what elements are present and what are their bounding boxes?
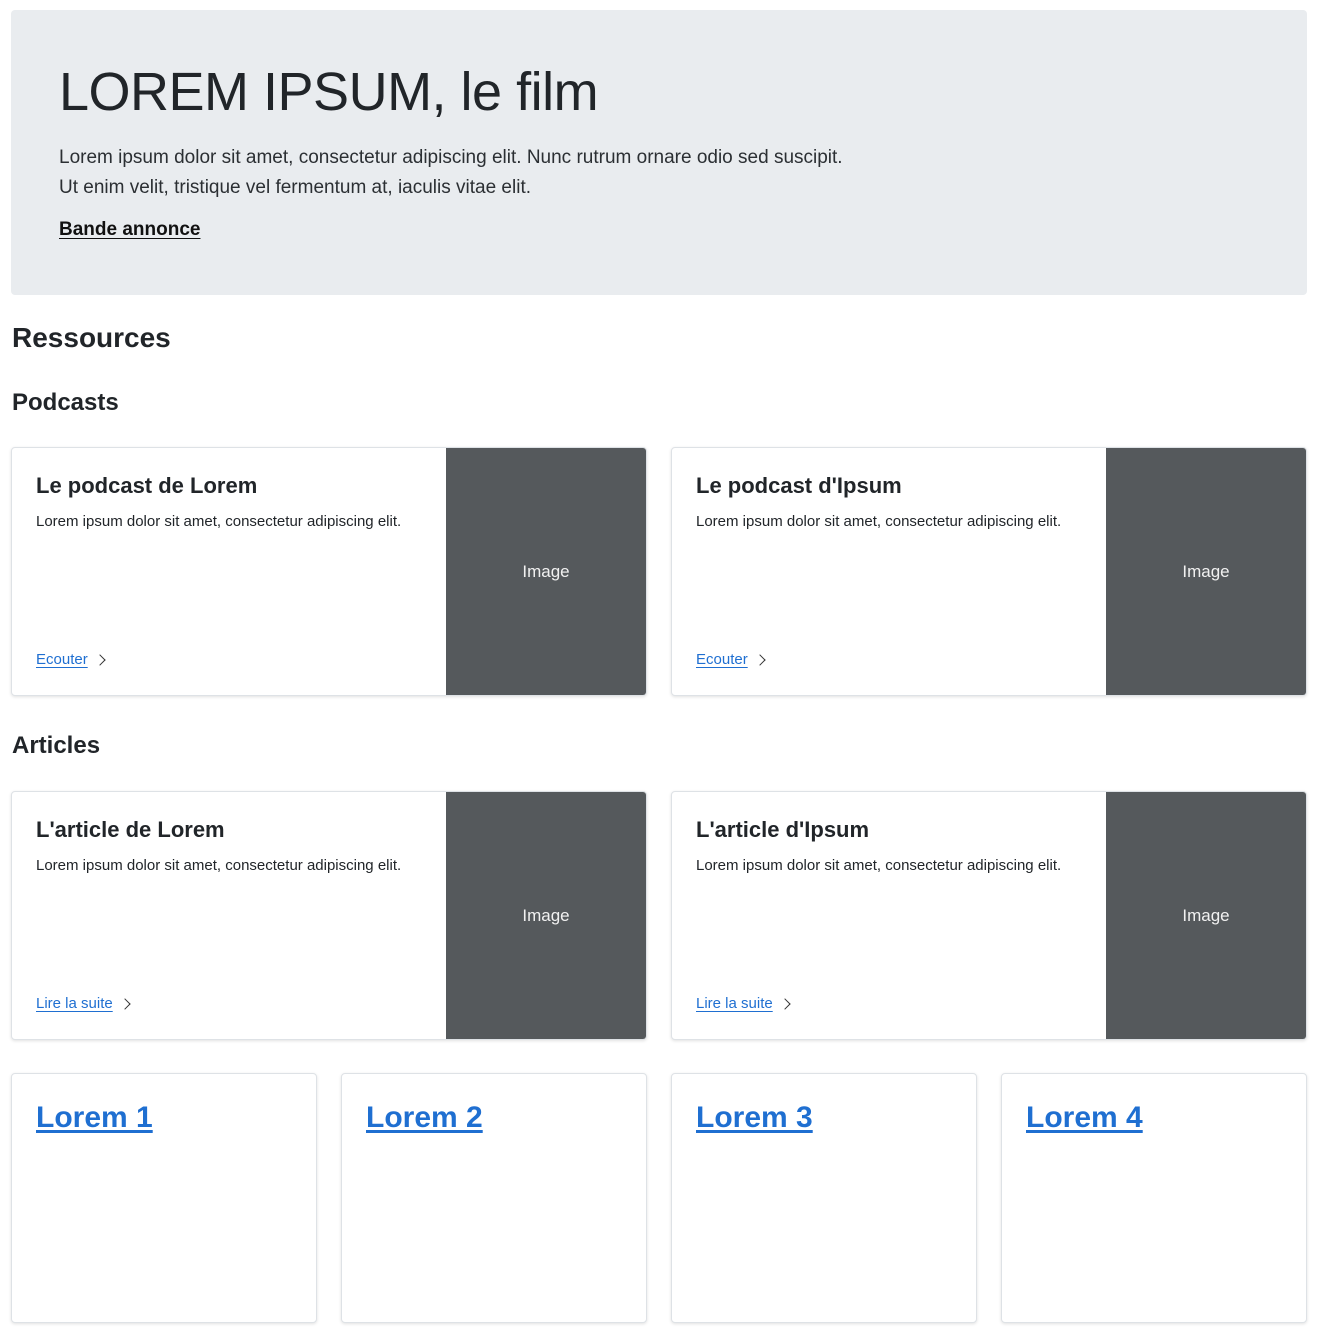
podcast-card: Le podcast de Lorem Lorem ipsum dolor si… — [11, 447, 647, 696]
listen-link[interactable]: Ecouter — [696, 651, 766, 668]
chevron-right-icon — [754, 653, 766, 666]
read-more-link-label: Lire la suite — [36, 995, 113, 1012]
hero-lead: Lorem ipsum dolor sit amet, consectetur … — [59, 143, 879, 203]
read-more-link[interactable]: Lire la suite — [36, 995, 131, 1012]
tile-card: Lorem 4 — [1001, 1073, 1307, 1323]
image-placeholder: Image — [446, 448, 646, 695]
hero-banner: LOREM IPSUM, le film Lorem ipsum dolor s… — [11, 10, 1307, 295]
tile-link[interactable]: Lorem 2 — [366, 1098, 483, 1138]
hero-lead-line-2: Ut enim velit, tristique vel fermentum a… — [59, 177, 532, 198]
image-placeholder-label: Image — [522, 561, 570, 581]
podcast-card-text: Lorem ipsum dolor sit amet, consectetur … — [36, 513, 402, 530]
tile-card: Lorem 1 — [11, 1073, 317, 1323]
article-card: L'article d'Ipsum Lorem ipsum dolor sit … — [671, 791, 1307, 1040]
podcast-card-title: Le podcast de Lorem — [36, 473, 258, 498]
listen-link-label: Ecouter — [696, 651, 748, 668]
tile-link[interactable]: Lorem 3 — [696, 1098, 813, 1138]
listen-link-label: Ecouter — [36, 651, 88, 668]
trailer-link[interactable]: Bande annonce — [59, 219, 200, 241]
page: LOREM IPSUM, le film Lorem ipsum dolor s… — [0, 0, 1319, 1337]
podcasts-heading: Podcasts — [12, 389, 119, 416]
chevron-right-icon — [94, 653, 106, 666]
tile-link[interactable]: Lorem 4 — [1026, 1098, 1143, 1138]
image-placeholder: Image — [1106, 448, 1306, 695]
article-card-text: Lorem ipsum dolor sit amet, consectetur … — [36, 857, 402, 874]
image-placeholder-label: Image — [522, 905, 570, 925]
resources-heading: Ressources — [12, 322, 171, 353]
image-placeholder-label: Image — [1182, 561, 1230, 581]
articles-heading: Articles — [12, 732, 101, 759]
read-more-link-label: Lire la suite — [696, 995, 773, 1012]
article-card-text: Lorem ipsum dolor sit amet, consectetur … — [696, 857, 1062, 874]
listen-link[interactable]: Ecouter — [36, 651, 106, 668]
tile-link[interactable]: Lorem 1 — [36, 1098, 153, 1138]
read-more-link[interactable]: Lire la suite — [696, 995, 791, 1012]
article-card-title: L'article d'Ipsum — [696, 817, 870, 842]
article-card-title: L'article de Lorem — [36, 817, 225, 842]
chevron-right-icon — [119, 997, 131, 1010]
image-placeholder-label: Image — [1182, 905, 1230, 925]
tile-card: Lorem 2 — [341, 1073, 647, 1323]
hero-lead-line-1: Lorem ipsum dolor sit amet, consectetur … — [59, 147, 843, 168]
chevron-right-icon — [779, 997, 791, 1010]
podcast-card-text: Lorem ipsum dolor sit amet, consectetur … — [696, 513, 1062, 530]
article-card: L'article de Lorem Lorem ipsum dolor sit… — [11, 791, 647, 1040]
tile-card: Lorem 3 — [671, 1073, 977, 1323]
image-placeholder: Image — [1106, 792, 1306, 1039]
podcast-card: Le podcast d'Ipsum Lorem ipsum dolor sit… — [671, 447, 1307, 696]
hero-title: LOREM IPSUM, le film — [59, 62, 599, 122]
image-placeholder: Image — [446, 792, 646, 1039]
podcast-card-title: Le podcast d'Ipsum — [696, 473, 902, 498]
